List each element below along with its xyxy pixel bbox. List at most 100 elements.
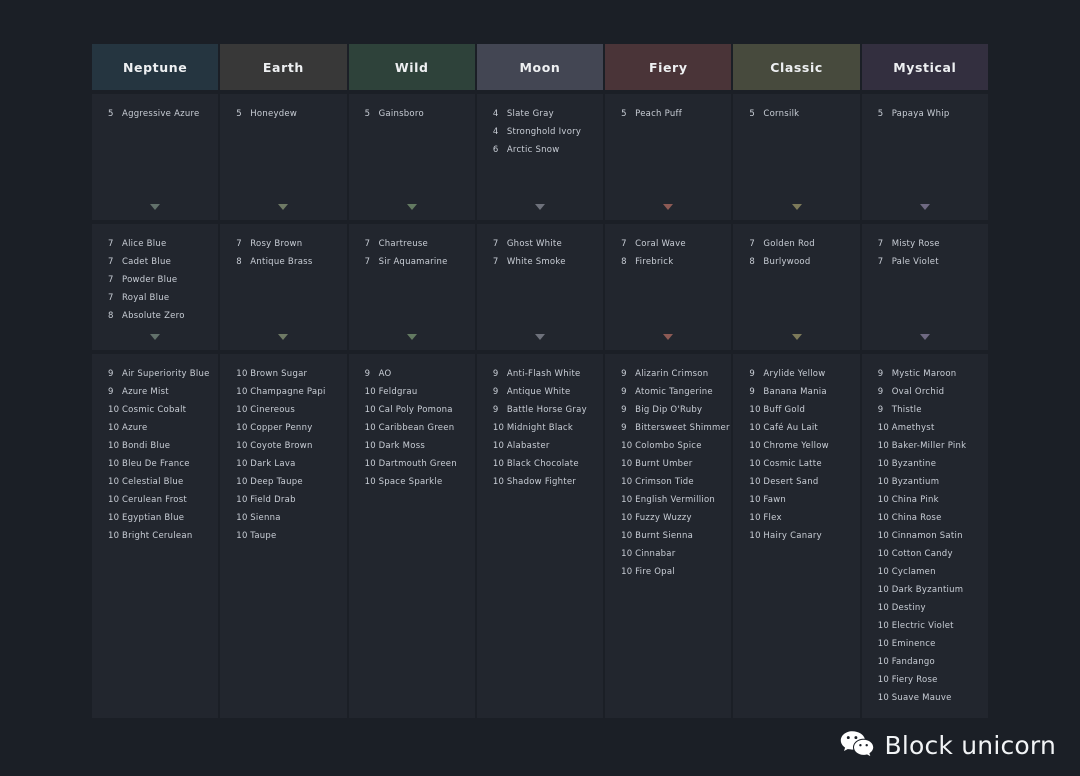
list-item[interactable]: 6 Arctic Snow	[477, 141, 603, 159]
list-item[interactable]: 10 Destiny	[862, 599, 988, 617]
expand-more-icon[interactable]	[919, 334, 930, 340]
list-item[interactable]: 5 Gainsboro	[349, 105, 475, 123]
list-item[interactable]: 10 Dark Lava	[220, 455, 346, 473]
list-item[interactable]: 10 Celestial Blue	[92, 473, 218, 491]
list-item[interactable]: 10 Bright Cerulean	[92, 527, 218, 545]
list-item[interactable]: 7 Sir Aquamarine	[349, 253, 475, 271]
list-item[interactable]: 7 White Smoke	[477, 253, 603, 271]
list-item[interactable]: 10 Black Chocolate	[477, 455, 603, 473]
list-item[interactable]: 10 Deep Taupe	[220, 473, 346, 491]
list-item[interactable]: 9 Battle Horse Gray	[477, 401, 603, 419]
list-item[interactable]: 10 Hairy Canary	[733, 527, 859, 545]
list-item[interactable]: 10 Crimson Tide	[605, 473, 731, 491]
list-item[interactable]: 10 Cinnabar	[605, 545, 731, 563]
list-item[interactable]: 10 Flex	[733, 509, 859, 527]
list-item[interactable]: 10 Byzantium	[862, 473, 988, 491]
list-item[interactable]: 10 Taupe	[220, 527, 346, 545]
list-item[interactable]: 10 Cinereous	[220, 401, 346, 419]
list-item[interactable]: 10 Burnt Sienna	[605, 527, 731, 545]
list-item[interactable]: 10 Cerulean Frost	[92, 491, 218, 509]
list-item[interactable]: 10 Cyclamen	[862, 563, 988, 581]
list-item[interactable]: 10 Fuzzy Wuzzy	[605, 509, 731, 527]
list-item[interactable]: 5 Papaya Whip	[862, 105, 988, 123]
list-item[interactable]: 5 Aggressive Azure	[92, 105, 218, 123]
list-item[interactable]: 8 Absolute Zero	[92, 307, 218, 325]
list-item[interactable]: 10 Suave Mauve	[862, 689, 988, 707]
list-item[interactable]: 10 Amethyst	[862, 419, 988, 437]
list-item[interactable]: 9 Oval Orchid	[862, 383, 988, 401]
list-item[interactable]: 9 Banana Mania	[733, 383, 859, 401]
expand-more-icon[interactable]	[791, 334, 802, 340]
list-item[interactable]: 10 Cinnamon Satin	[862, 527, 988, 545]
list-item[interactable]: 10 Coyote Brown	[220, 437, 346, 455]
column-header-earth[interactable]: Earth	[220, 44, 349, 90]
list-item[interactable]: 10 Cal Poly Pomona	[349, 401, 475, 419]
list-item[interactable]: 9 Mystic Maroon	[862, 365, 988, 383]
column-header-classic[interactable]: Classic	[733, 44, 862, 90]
expand-more-icon[interactable]	[663, 204, 674, 210]
list-item[interactable]: 7 Pale Violet	[862, 253, 988, 271]
list-item[interactable]: 10 Midnight Black	[477, 419, 603, 437]
list-item[interactable]: 4 Slate Gray	[477, 105, 603, 123]
list-item[interactable]: 10 Dartmouth Green	[349, 455, 475, 473]
list-item[interactable]: 7 Coral Wave	[605, 235, 731, 253]
list-item[interactable]: 10 Azure	[92, 419, 218, 437]
expand-more-icon[interactable]	[406, 334, 417, 340]
list-item[interactable]: 9 Atomic Tangerine	[605, 383, 731, 401]
list-item[interactable]: 10 Buff Gold	[733, 401, 859, 419]
list-item[interactable]: 10 Byzantine	[862, 455, 988, 473]
list-item[interactable]: 7 Royal Blue	[92, 289, 218, 307]
expand-more-icon[interactable]	[150, 334, 161, 340]
column-header-fiery[interactable]: Fiery	[605, 44, 734, 90]
list-item[interactable]: 10 Cotton Candy	[862, 545, 988, 563]
list-item[interactable]: 10 Alabaster	[477, 437, 603, 455]
list-item[interactable]: 9 Air Superiority Blue	[92, 365, 218, 383]
list-item[interactable]: 8 Antique Brass	[220, 253, 346, 271]
expand-more-icon[interactable]	[278, 204, 289, 210]
list-item[interactable]: 10 Egyptian Blue	[92, 509, 218, 527]
list-item[interactable]: 10 Sienna	[220, 509, 346, 527]
column-header-neptune[interactable]: Neptune	[92, 44, 221, 90]
list-item[interactable]: 10 Baker-Miller Pink	[862, 437, 988, 455]
list-item[interactable]: 10 Bleu De France	[92, 455, 218, 473]
list-item[interactable]: 10 Shadow Fighter	[477, 473, 603, 491]
list-item[interactable]: 5 Peach Puff	[605, 105, 731, 123]
list-item[interactable]: 9 Antique White	[477, 383, 603, 401]
list-item[interactable]: 7 Chartreuse	[349, 235, 475, 253]
list-item[interactable]: 7 Golden Rod	[733, 235, 859, 253]
list-item[interactable]: 10 Dark Moss	[349, 437, 475, 455]
expand-more-icon[interactable]	[919, 204, 930, 210]
list-item[interactable]: 10 Bondi Blue	[92, 437, 218, 455]
list-item[interactable]: 10 Electric Violet	[862, 617, 988, 635]
list-item[interactable]: 10 Eminence	[862, 635, 988, 653]
list-item[interactable]: 7 Cadet Blue	[92, 253, 218, 271]
list-item[interactable]: 7 Powder Blue	[92, 271, 218, 289]
list-item[interactable]: 5 Honeydew	[220, 105, 346, 123]
list-item[interactable]: 8 Burlywood	[733, 253, 859, 271]
list-item[interactable]: 10 Feldgrau	[349, 383, 475, 401]
list-item[interactable]: 10 Cosmic Latte	[733, 455, 859, 473]
list-item[interactable]: 8 Firebrick	[605, 253, 731, 271]
list-item[interactable]: 9 Azure Mist	[92, 383, 218, 401]
list-item[interactable]: 9 Anti-Flash White	[477, 365, 603, 383]
column-header-wild[interactable]: Wild	[348, 44, 477, 90]
list-item[interactable]: 10 Brown Sugar	[220, 365, 346, 383]
list-item[interactable]: 10 Copper Penny	[220, 419, 346, 437]
expand-more-icon[interactable]	[534, 334, 545, 340]
list-item[interactable]: 10 China Rose	[862, 509, 988, 527]
expand-more-icon[interactable]	[278, 334, 289, 340]
list-item[interactable]: 10 China Pink	[862, 491, 988, 509]
list-item[interactable]: 10 Burnt Umber	[605, 455, 731, 473]
expand-more-icon[interactable]	[791, 204, 802, 210]
list-item[interactable]: 10 Dark Byzantium	[862, 581, 988, 599]
column-header-moon[interactable]: Moon	[476, 44, 606, 90]
column-header-mystical[interactable]: Mystical	[861, 44, 988, 90]
list-item[interactable]: 4 Stronghold Ivory	[477, 123, 603, 141]
list-item[interactable]: 9 Alizarin Crimson	[605, 365, 731, 383]
list-item[interactable]: 10 Fawn	[733, 491, 859, 509]
list-item[interactable]: 7 Alice Blue	[92, 235, 218, 253]
list-item[interactable]: 9 Big Dip O'Ruby	[605, 401, 731, 419]
list-item[interactable]: 7 Misty Rose	[862, 235, 988, 253]
expand-more-icon[interactable]	[534, 204, 545, 210]
list-item[interactable]: 7 Ghost White	[477, 235, 603, 253]
